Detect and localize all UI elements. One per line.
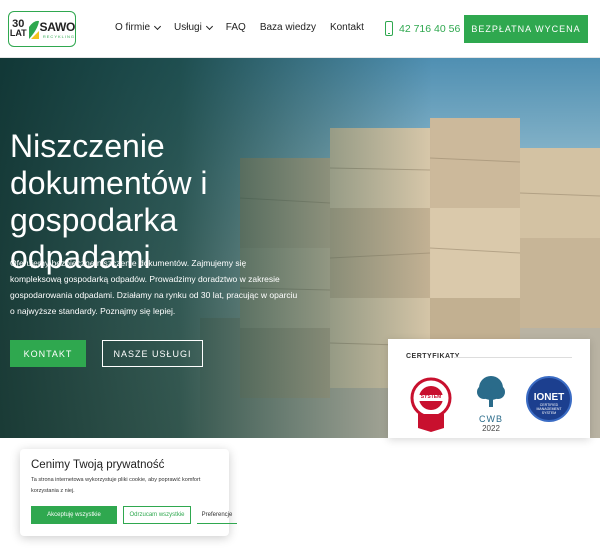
cookie-text: Ta strona internetowa wykorzystuje pliki… [31, 477, 201, 494]
logo-years: 30 LAT [9, 18, 27, 38]
divider [454, 357, 572, 358]
nav-item-baza-wiedzy[interactable]: Baza wiedzy [260, 22, 316, 33]
hero-text: Oferujemy bezpieczne niszczenie dokument… [10, 258, 298, 316]
logo-brand: SAWO RECYKLING [39, 19, 75, 39]
reject-all-button[interactable]: Odrzucam wszystkie [123, 506, 191, 524]
site-header: 30 LAT SAWO RECYKLING O firmie Usługi FAQ … [0, 0, 600, 58]
phone-number: 42 716 40 56 [399, 22, 461, 35]
cwb-certificate-icon: CWB 2022 [474, 375, 508, 433]
phone-link[interactable]: 42 716 40 56 [385, 21, 460, 36]
chevron-down-icon [153, 22, 162, 30]
logo[interactable]: 30 LAT SAWO RECYKLING [8, 11, 76, 47]
nav-item-uslugi[interactable]: Usługi [174, 22, 213, 33]
cookie-consent-banner: Cenimy Twoją prywatność Ta strona intern… [20, 449, 237, 536]
nav-item-faq[interactable]: FAQ [226, 22, 246, 33]
cookie-title: Cenimy Twoją prywatność [31, 459, 165, 471]
contact-button[interactable]: KONTAKT [10, 340, 86, 367]
preferences-button[interactable]: Preferencje [197, 506, 237, 524]
free-quote-button[interactable]: BEZPŁATNA WYCENA [464, 15, 588, 43]
nav-item-kontakt[interactable]: Kontakt [330, 22, 364, 33]
hero-title: Niszczenie dokumentów i gospodarka odpad… [10, 128, 208, 275]
certificates-box: CERTYFIKATY SYSTEM CWB 2022 IONET CERTIF… [388, 339, 590, 438]
phone-icon [385, 21, 393, 36]
logo-leaf-icon [28, 19, 40, 39]
ionet-certificate-icon: IONET CERTIFIED MANAGEMENT SYSTEM [526, 376, 572, 422]
system-certificate-icon: SYSTEM [410, 374, 452, 432]
chevron-down-icon [205, 22, 213, 30]
accept-all-button[interactable]: Akceptuję wszystkie [31, 506, 117, 524]
certificates-title: CERTYFIKATY [406, 353, 460, 360]
our-services-button[interactable]: NASZE USŁUGI [102, 340, 203, 367]
main-nav: O firmie Usługi FAQ Baza wiedzy Kontakt [115, 22, 364, 33]
nav-item-o-firmie[interactable]: O firmie [115, 22, 162, 33]
